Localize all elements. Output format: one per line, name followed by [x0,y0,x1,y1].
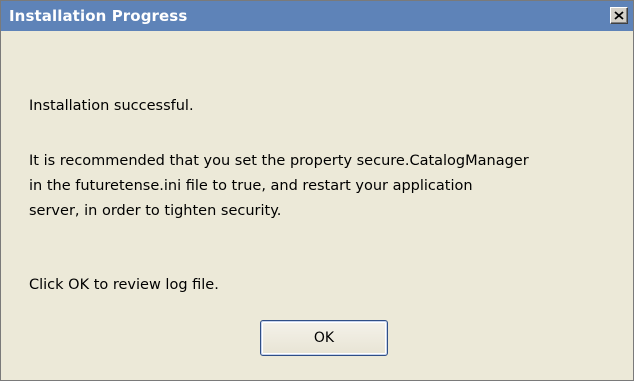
close-icon [614,11,624,20]
status-message: Installation successful. [29,98,194,114]
title-bar[interactable]: Installation Progress [1,1,633,31]
window-title: Installation Progress [9,7,188,25]
ok-button[interactable]: OK [260,320,388,356]
recommendation-line-3: server, in order to tighten security. [29,203,282,219]
installation-progress-dialog: Installation Progress Installation succe… [0,0,634,381]
recommendation-line-1: It is recommended that you set the prope… [29,153,529,169]
instruction-message: Click OK to review log file. [29,277,219,293]
close-button[interactable] [610,7,628,24]
recommendation-line-2: in the futuretense.ini file to true, and… [29,178,473,194]
